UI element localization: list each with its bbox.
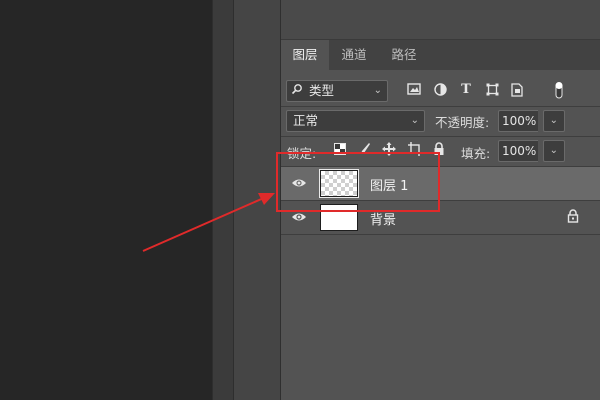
annotation-arrow-icon [142, 193, 275, 252]
